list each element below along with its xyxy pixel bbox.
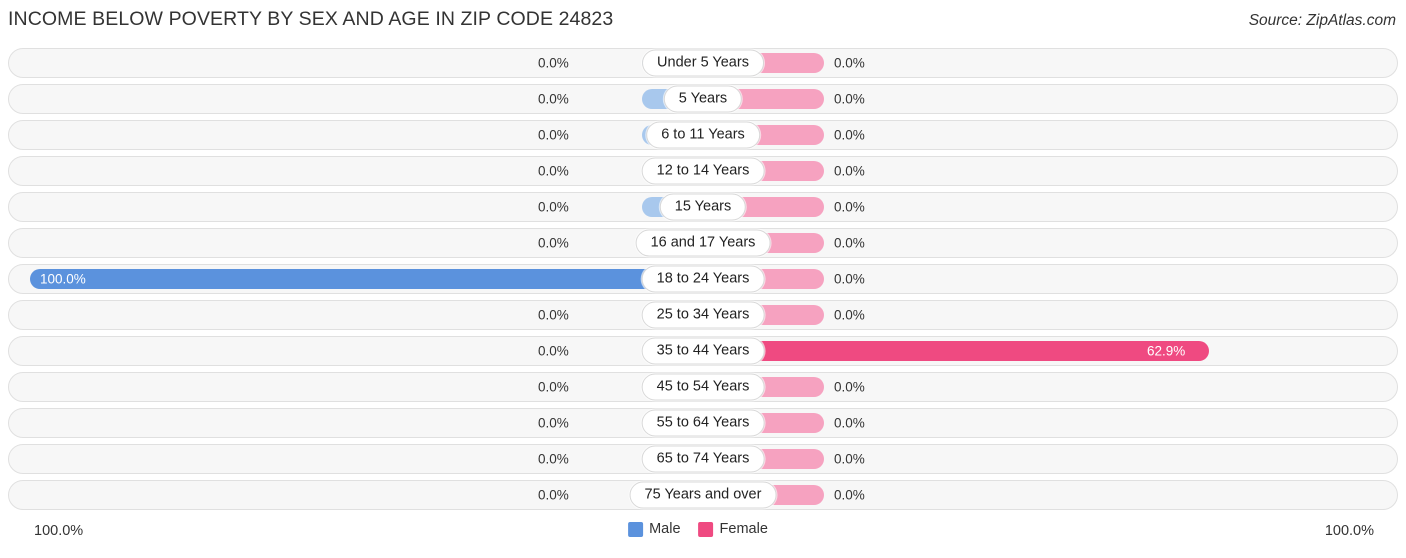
chart-row: 0.0% 62.9% 35 to 44 Years <box>8 336 1398 366</box>
category-label: 45 to 54 Years <box>641 373 765 401</box>
category-label: 35 to 44 Years <box>641 337 765 365</box>
bar-value-male: 0.0% <box>538 307 569 323</box>
page-title: INCOME BELOW POVERTY BY SEX AND AGE IN Z… <box>8 8 614 30</box>
bar-value-female: 0.0% <box>834 163 865 179</box>
bar-value-female: 0.0% <box>834 199 865 215</box>
chart-row: 0.0% 0.0% 75 Years and over <box>8 480 1398 510</box>
chart-row-inner: 0.0% 0.0% Under 5 Years <box>9 49 1397 77</box>
chart-row-inner: 0.0% 0.0% 6 to 11 Years <box>9 121 1397 149</box>
bar-value-male: 0.0% <box>538 379 569 395</box>
chart-row: 0.0% 0.0% 65 to 74 Years <box>8 444 1398 474</box>
category-label: 15 Years <box>659 193 747 221</box>
chart-row-inner: 0.0% 0.0% 5 Years <box>9 85 1397 113</box>
chart-legend: Male Female <box>628 521 778 537</box>
bar-value-female: 0.0% <box>834 487 865 503</box>
bar-male <box>30 269 700 289</box>
chart-row-inner: 0.0% 0.0% 55 to 64 Years <box>9 409 1397 437</box>
axis-label-right: 100.0% <box>1324 523 1374 539</box>
chart-row-inner: 0.0% 0.0% 75 Years and over <box>9 481 1397 509</box>
bar-value-male: 0.0% <box>538 415 569 431</box>
bar-value-female: 0.0% <box>834 127 865 143</box>
chart-row: 0.0% 0.0% Under 5 Years <box>8 48 1398 78</box>
chart-row-inner: 0.0% 62.9% 35 to 44 Years <box>9 337 1397 365</box>
chart-row-inner: 100.0% 0.0% 18 to 24 Years <box>9 265 1397 293</box>
bar-value-male: 0.0% <box>538 55 569 71</box>
chart-row-inner: 0.0% 0.0% 45 to 54 Years <box>9 373 1397 401</box>
chart-row-inner: 0.0% 0.0% 65 to 74 Years <box>9 445 1397 473</box>
legend-item-female[interactable]: Female <box>698 521 768 537</box>
bar-value-female: 0.0% <box>834 307 865 323</box>
bar-value-male: 0.0% <box>538 199 569 215</box>
bar-value-female: 0.0% <box>834 415 865 431</box>
bar-value-male: 0.0% <box>538 451 569 467</box>
bar-value-male: 0.0% <box>538 163 569 179</box>
category-label: 16 and 17 Years <box>635 229 771 257</box>
bar-value-female: 0.0% <box>834 379 865 395</box>
chart-row: 0.0% 0.0% 6 to 11 Years <box>8 120 1398 150</box>
bar-value-female: 0.0% <box>834 55 865 71</box>
category-label: 75 Years and over <box>629 481 777 509</box>
source-attribution: Source: ZipAtlas.com <box>1248 12 1396 29</box>
chart-row-inner: 0.0% 0.0% 12 to 14 Years <box>9 157 1397 185</box>
chart-row-inner: 0.0% 0.0% 15 Years <box>9 193 1397 221</box>
diverging-bar-chart: 0.0% 0.0% Under 5 Years 0.0% 0.0% 5 Years 0.0%… <box>8 48 1398 518</box>
axis-label-left: 100.0% <box>34 523 84 539</box>
category-label: 25 to 34 Years <box>641 301 765 329</box>
chart-row: 0.0% 0.0% 16 and 17 Years <box>8 228 1398 258</box>
category-label: 55 to 64 Years <box>641 409 765 437</box>
bar-value-female: 0.0% <box>834 91 865 107</box>
category-label: Under 5 Years <box>642 49 764 77</box>
chart-row: 0.0% 0.0% 15 Years <box>8 192 1398 222</box>
bar-value-female: 0.0% <box>834 451 865 467</box>
chart-row: 0.0% 0.0% 25 to 34 Years <box>8 300 1398 330</box>
category-label: 12 to 14 Years <box>641 157 765 185</box>
axis-row: 100.0% Male Female 100.0% <box>8 518 1398 548</box>
legend-label-male: Male <box>649 521 681 537</box>
chart-row-inner: 0.0% 0.0% 16 and 17 Years <box>9 229 1397 257</box>
legend-swatch-male-icon <box>628 521 644 537</box>
bar-value-male: 0.0% <box>538 343 569 359</box>
bar-value-male: 0.0% <box>538 487 569 503</box>
bar-value-female: 0.0% <box>834 271 865 287</box>
legend-swatch-female-icon <box>698 521 714 537</box>
category-label: 18 to 24 Years <box>641 265 765 293</box>
bar-value-female: 0.0% <box>834 235 865 251</box>
chart-row-inner: 0.0% 0.0% 25 to 34 Years <box>9 301 1397 329</box>
bar-value-female: 62.9% <box>1146 343 1186 359</box>
chart-row: 100.0% 0.0% 18 to 24 Years <box>8 264 1398 294</box>
bar-value-male: 100.0% <box>40 271 86 287</box>
chart-row: 0.0% 0.0% 45 to 54 Years <box>8 372 1398 402</box>
bar-value-male: 0.0% <box>538 127 569 143</box>
bar-value-male: 0.0% <box>538 235 569 251</box>
chart-row: 0.0% 0.0% 12 to 14 Years <box>8 156 1398 186</box>
bar-female <box>726 341 1209 361</box>
category-label: 5 Years <box>663 85 743 113</box>
legend-item-male[interactable]: Male <box>628 521 681 537</box>
legend-label-female: Female <box>719 521 768 537</box>
chart-row: 0.0% 0.0% 55 to 64 Years <box>8 408 1398 438</box>
chart-row: 0.0% 0.0% 5 Years <box>8 84 1398 114</box>
bar-value-male: 0.0% <box>538 91 569 107</box>
category-label: 6 to 11 Years <box>646 121 760 149</box>
chart-page: INCOME BELOW POVERTY BY SEX AND AGE IN Z… <box>0 0 1406 558</box>
category-label: 65 to 74 Years <box>641 445 765 473</box>
